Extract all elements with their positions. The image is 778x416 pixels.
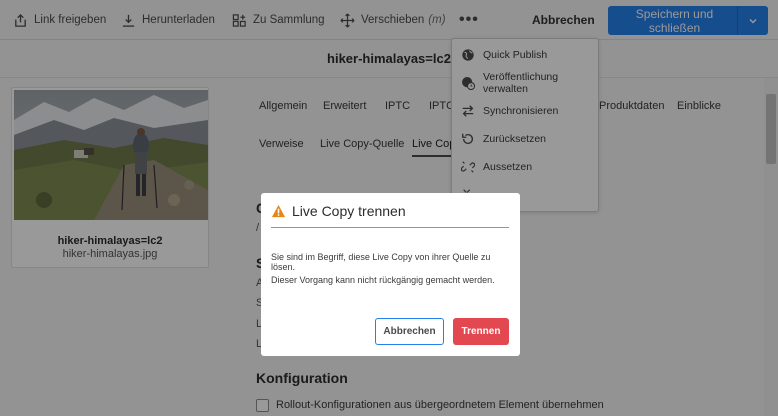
dialog-title: Live Copy trennen [292, 203, 406, 219]
warning-icon [271, 204, 286, 218]
detach-button[interactable]: Trennen [453, 318, 509, 345]
dialog-message: Sie sind im Begriff, diese Live Copy von… [271, 252, 491, 272]
dialog-divider [271, 227, 509, 228]
detach-live-copy-dialog: Live Copy trennen Sie sind im Begriff, d… [261, 193, 520, 356]
dialog-cancel-button[interactable]: Abbrechen [375, 318, 444, 345]
dialog-warning-message: Dieser Vorgang kann nicht rückgängig gem… [271, 275, 495, 285]
